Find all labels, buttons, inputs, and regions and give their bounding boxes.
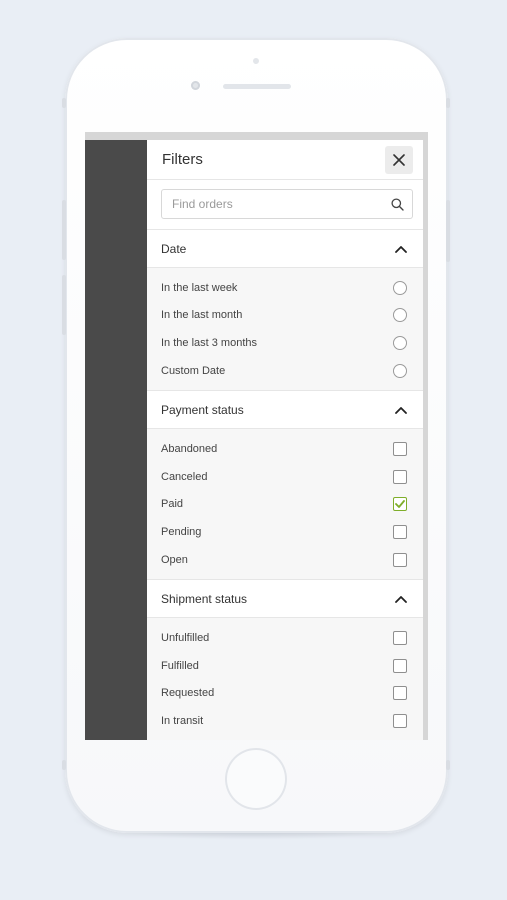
shipment-option-in-transit[interactable]: In transit: [147, 707, 423, 735]
phone-mute-switch: [62, 98, 66, 108]
phone-speaker: [223, 84, 291, 89]
phone-volume-down: [62, 275, 66, 335]
close-icon: [393, 153, 405, 166]
radio-button[interactable]: [393, 308, 407, 323]
option-label: In the last week: [161, 281, 238, 294]
date-section-title: Date: [161, 241, 187, 256]
option-label: Abandoned: [161, 443, 218, 456]
option-label: In transit: [161, 714, 204, 727]
chevron-up-icon: [395, 406, 407, 414]
search-area: [147, 180, 423, 230]
phone-camera: [191, 81, 200, 90]
date-option-last-week[interactable]: In the last week: [147, 274, 423, 302]
checkbox[interactable]: [393, 524, 407, 539]
checkbox[interactable]: [393, 469, 407, 484]
checkmark-icon: [395, 500, 405, 509]
payment-options: Abandoned Canceled Paid Pending Open: [147, 429, 423, 581]
shipment-option-unfulfilled[interactable]: Unfulfilled: [147, 624, 423, 652]
screen-edge: [423, 140, 428, 740]
checkbox[interactable]: [393, 713, 407, 728]
search-icon[interactable]: [391, 197, 404, 211]
payment-option-pending[interactable]: Pending: [147, 518, 423, 546]
option-label: Fulfilled: [161, 659, 199, 672]
option-label: In the last 3 months: [161, 336, 257, 349]
option-label: Pending: [161, 525, 202, 538]
payment-section-title: Payment status: [161, 402, 244, 417]
radio-button[interactable]: [393, 335, 407, 350]
checkbox-checked[interactable]: [393, 497, 407, 512]
panel-title: Filters: [162, 151, 203, 168]
option-label: Open: [161, 553, 188, 566]
payment-option-abandoned[interactable]: Abandoned: [147, 435, 423, 463]
shipment-option-requested[interactable]: Requested: [147, 680, 423, 708]
payment-option-canceled[interactable]: Canceled: [147, 463, 423, 491]
search-input[interactable]: [170, 196, 391, 212]
chevron-up-icon: [395, 595, 407, 603]
date-option-last-month[interactable]: In the last month: [147, 302, 423, 330]
phone-volume-up: [62, 200, 66, 260]
option-label: Requested: [161, 687, 215, 700]
shipment-section-header[interactable]: Shipment status: [147, 580, 423, 619]
checkbox[interactable]: [393, 658, 407, 673]
phone-bottom-mark-left: [62, 760, 66, 770]
phone-bottom-mark-right: [446, 760, 450, 770]
payment-option-paid[interactable]: Paid: [147, 491, 423, 519]
date-section-header[interactable]: Date: [147, 230, 423, 268]
option-label: Unfulfilled: [161, 632, 210, 645]
shipment-options: Unfulfilled Fulfilled Requested In trans…: [147, 618, 423, 740]
radio-button[interactable]: [393, 363, 407, 378]
checkbox[interactable]: [393, 442, 407, 457]
date-option-custom[interactable]: Custom Date: [147, 357, 423, 385]
checkbox[interactable]: [393, 552, 407, 567]
phone-side-mark: [446, 98, 450, 108]
close-button[interactable]: [385, 145, 413, 174]
radio-button[interactable]: [393, 280, 407, 295]
option-label: Paid: [161, 498, 184, 511]
shipment-section-title: Shipment status: [161, 591, 248, 606]
option-label: In the last month: [161, 309, 243, 322]
checkbox[interactable]: [393, 686, 407, 701]
shipment-option-fulfilled[interactable]: Fulfilled: [147, 652, 423, 680]
option-label: Canceled: [161, 470, 208, 483]
option-label: Custom Date: [161, 364, 226, 377]
date-options: In the last week In the last month In th…: [147, 268, 423, 392]
phone-power-button: [446, 200, 450, 262]
background-overlay[interactable]: [85, 140, 147, 740]
payment-section-header[interactable]: Payment status: [147, 391, 423, 430]
payment-option-open[interactable]: Open: [147, 546, 423, 574]
search-box: [161, 189, 413, 219]
checkbox[interactable]: [393, 631, 407, 646]
home-button[interactable]: [225, 748, 287, 810]
phone-sensor: [253, 58, 259, 64]
phone-screen: Filters Date: [85, 132, 428, 740]
date-option-last-3-months[interactable]: In the last 3 months: [147, 329, 423, 357]
chevron-up-icon: [395, 245, 407, 253]
panel-header: Filters: [147, 140, 423, 180]
filters-panel: Filters Date: [147, 140, 423, 740]
